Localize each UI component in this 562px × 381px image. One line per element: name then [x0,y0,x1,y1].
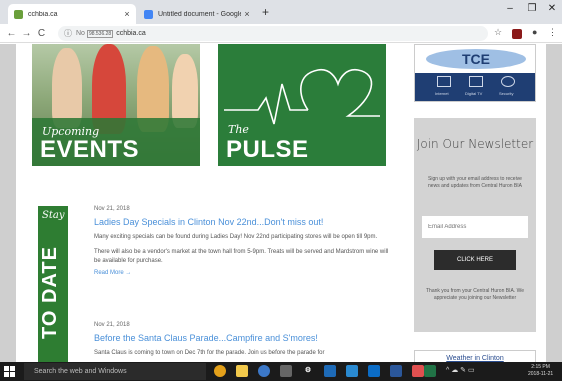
service-label: Internet [435,91,449,96]
tce-logo-icon: TCE [426,49,526,69]
pulse-script-text: The [228,123,249,136]
tab-title: cchbia.ca [28,10,58,18]
system-tray-icons[interactable]: ^ ☁ ✎ ▭ [446,366,475,374]
stay-script-text: Stay [42,210,65,221]
clock-time: 2:15 PM [531,364,550,370]
internet-icon [437,76,451,87]
cchbia-favicon-icon [14,9,23,19]
windows-taskbar: Search the web and Windows ⚙ ^ ☁ ✎ ▭ 2:1… [0,362,562,381]
tab-strip: cchbia.ca × Untitled document - Google D… [0,0,562,24]
digital-tv-icon [469,76,483,87]
tab-google-docs[interactable]: Untitled document - Google Docs × [138,4,256,24]
service-label: Security [499,91,514,96]
address-bar[interactable]: ⓘ No 98.536.28 cchbia.ca [58,26,488,41]
security-hint: No [76,30,85,37]
menu-icon[interactable]: ⋮ [548,27,557,38]
email-field[interactable] [422,216,528,238]
store-icon[interactable] [280,365,292,377]
back-button[interactable]: ← [4,28,19,39]
post-paragraph: Many exciting specials can be found duri… [94,234,378,240]
runner-figure [52,48,82,128]
extension-icon[interactable] [512,29,522,39]
docs-favicon-icon [144,9,153,19]
maximize-button[interactable]: ❐ [522,3,542,14]
file-explorer-icon[interactable] [236,365,248,377]
chrome-icon[interactable] [214,365,226,377]
post-date: Nov 21, 2018 [94,322,130,328]
post-title-link[interactable]: Before the Santa Claus Parade...Campfire… [94,333,394,343]
tab-cchbia[interactable]: cchbia.ca × [8,4,136,24]
post-paragraph: Santa Claus is coming to town on Dec 7th… [94,350,325,356]
excel-icon[interactable] [424,365,436,377]
word-icon[interactable] [390,365,402,377]
newsletter-title: Join Our Newsletter [416,137,534,151]
new-tab-button[interactable]: + [262,5,269,19]
pulse-tile[interactable]: The PULSE [218,44,386,166]
close-window-button[interactable]: ✕ [542,3,562,14]
taskbar-search[interactable]: Search the web and Windows [24,363,206,380]
events-tile[interactable]: Upcoming EVENTS [32,44,200,166]
screen: cchbia.ca × Untitled document - Google D… [0,0,562,381]
site-info-icon[interactable]: ⓘ [64,28,72,39]
edge-icon[interactable] [258,365,270,377]
read-more-link[interactable]: Read More → [94,270,394,276]
post-paragraph: There will also be a vendor's market at … [94,249,389,264]
click-here-button[interactable]: CLICK HERE [434,250,516,270]
start-button[interactable] [4,366,15,377]
settings-gear-icon[interactable]: ⚙ [302,365,314,377]
app-icon[interactable] [346,365,358,377]
close-tab-icon[interactable]: × [241,9,253,19]
clock-date: 2018-11-21 [528,371,554,377]
minimize-button[interactable]: – [500,3,520,14]
page-viewport: Upcoming EVENTS The PULSE TCE Internet D… [0,44,562,362]
weather-link[interactable]: Weather in Clinton [414,350,536,362]
post-date: Nov 21, 2018 [94,206,130,212]
post-item: Nov 21, 2018 Ladies Day Specials in Clin… [94,206,394,276]
events-heading: EVENTS [40,136,140,163]
newsletter-thanks: Thank you from your Central Huron BIA. W… [425,288,524,301]
service-label: Digital TV [465,91,483,96]
forward-button[interactable]: → [19,28,34,39]
newsletter-description: Sign up with your email address to recei… [428,176,522,189]
url-text[interactable]: cchbia.ca [116,30,146,37]
to-date-text: TO DATE [39,246,61,339]
tce-logo-text: TCE [462,51,490,67]
browser-toolbar: ← → C ⓘ No 98.536.28 cchbia.ca ☆ ● ⋮ [0,24,562,43]
account-icon[interactable]: ● [532,27,537,37]
taskbar-clock[interactable]: 2:15 PM 2018-11-21 [528,364,553,378]
app-icon[interactable] [324,365,336,377]
post-item: Nov 21, 2018 Before the Santa Claus Para… [94,322,394,358]
tab-title: Untitled document - Google Docs [158,10,241,18]
windows-logo-icon [4,366,9,371]
runner-figure [172,54,198,128]
outlook-icon[interactable] [368,365,380,377]
reload-button[interactable]: C [34,28,49,39]
address-chip: 98.536.28 [86,29,114,38]
post-title-link[interactable]: Ladies Day Specials in Clinton Nov 22nd.… [94,217,394,227]
stay-to-date-banner: Stay TO DATE [38,206,68,362]
tce-services-bar: Internet Digital TV Security [415,73,535,101]
bookmark-star-icon[interactable]: ☆ [494,27,502,38]
page-content: Upcoming EVENTS The PULSE TCE Internet D… [16,44,546,362]
newsletter-panel: Join Our Newsletter Sign up with your em… [414,118,536,332]
security-icon [501,76,515,87]
pdf-icon[interactable] [412,365,424,377]
tce-advertisement[interactable]: TCE Internet Digital TV Security [414,44,536,102]
pulse-heading: PULSE [226,136,309,163]
close-tab-icon[interactable]: × [121,9,133,19]
